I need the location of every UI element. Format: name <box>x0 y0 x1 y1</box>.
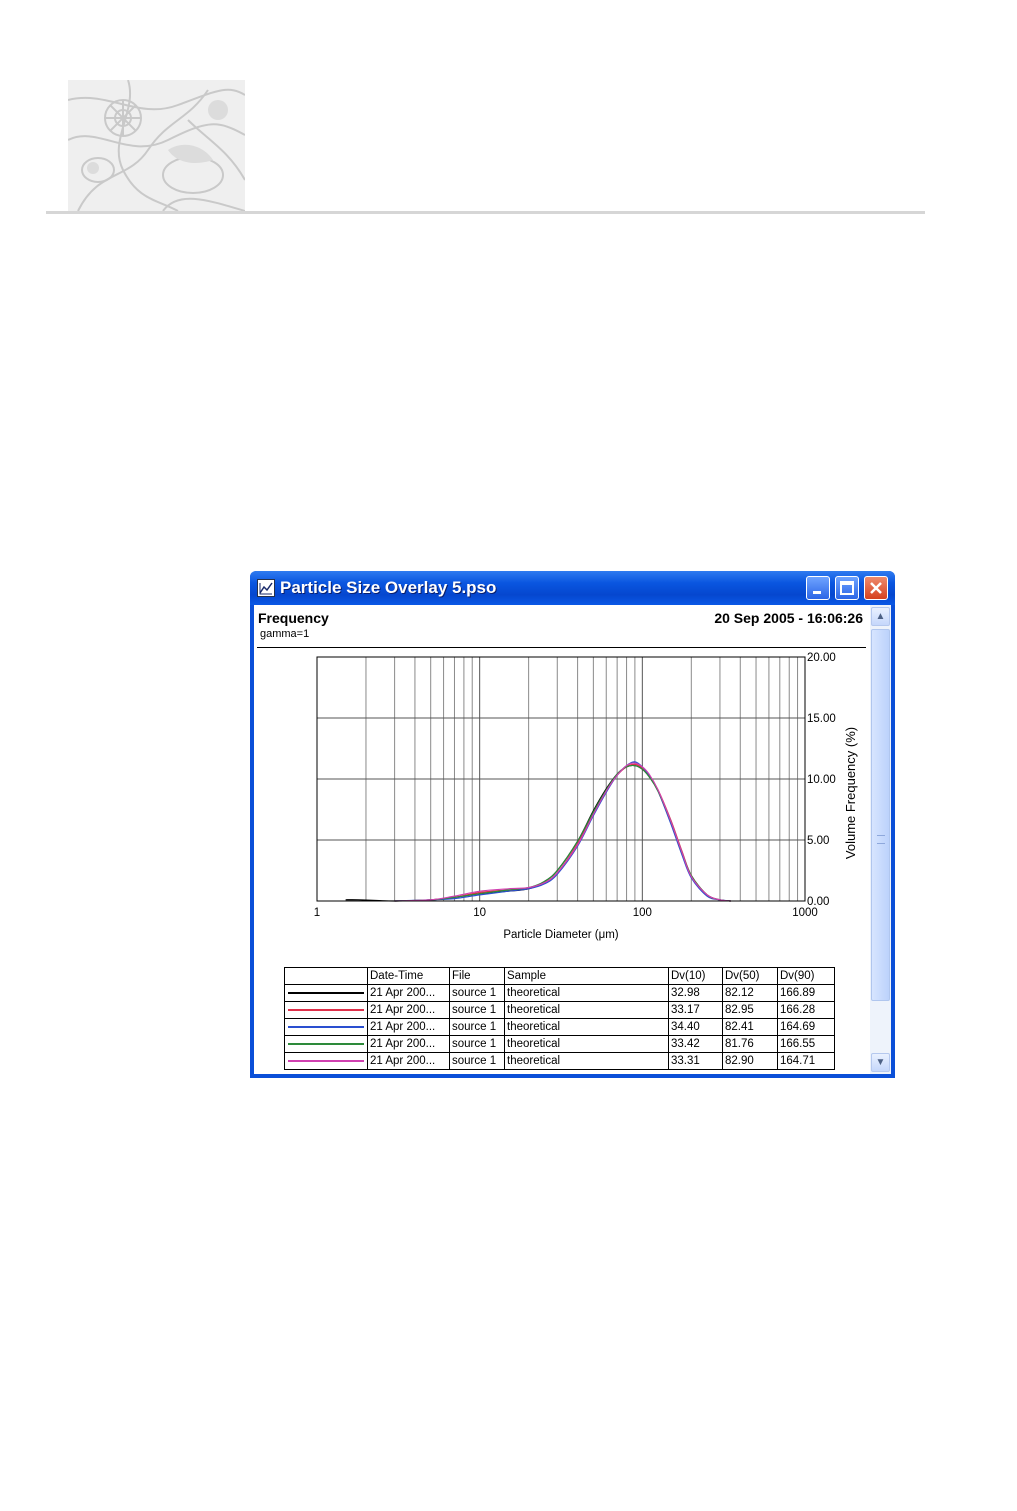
table-row[interactable]: 21 Apr 200... source 1 theoretical 33.42 81.… <box>284 1035 835 1053</box>
cell-date-time: 21 Apr 200... <box>367 984 450 1002</box>
chart-window-icon[interactable] <box>257 579 275 597</box>
series-line <box>394 763 731 902</box>
cell-dv50: 81.76 <box>722 1035 778 1053</box>
series-line-swatch <box>284 984 368 1002</box>
cell-dv90: 166.28 <box>777 1001 835 1019</box>
report-pane: Frequency gamma=1 20 Sep 2005 - 16:06:26… <box>254 605 891 1074</box>
series-color-line <box>288 1026 364 1028</box>
y-tick-label: 20.00 <box>807 652 836 664</box>
cell-dv10: 33.42 <box>668 1035 723 1053</box>
table-row[interactable]: 21 Apr 200... source 1 theoretical 33.31 82.… <box>284 1052 835 1070</box>
close-button[interactable] <box>864 576 888 600</box>
scroll-up-button[interactable]: ▲ <box>871 607 890 626</box>
scrollbar-thumb[interactable] <box>871 629 890 1001</box>
cell-file: source 1 <box>449 1052 505 1070</box>
maximize-button[interactable] <box>835 576 859 600</box>
cell-sample: theoretical <box>504 1001 669 1019</box>
header-rule <box>46 211 925 214</box>
frequency-chart: 1 10 100 1000 0.00 5.00 10.00 15.00 20.00 Parti… <box>314 652 858 941</box>
column-header-dv50[interactable]: Dv(50) <box>722 967 778 985</box>
chart-gridlines <box>316 656 806 902</box>
x-tick-label: 1 <box>314 907 320 919</box>
series-line-swatch <box>284 1018 368 1036</box>
x-tick-label: 100 <box>633 907 652 919</box>
y-tick-label: 10.00 <box>807 774 836 786</box>
scrollbar-grip <box>877 835 885 844</box>
y-tick-label: 5.00 <box>807 835 829 847</box>
series-line <box>394 761 731 902</box>
scroll-up-arrow-icon: ▲ <box>875 611 886 622</box>
column-header-dv10[interactable]: Dv(10) <box>668 967 723 985</box>
close-icon <box>870 582 882 594</box>
x-tick-label: 10 <box>473 907 486 919</box>
cell-date-time: 21 Apr 200... <box>367 1035 450 1053</box>
cell-date-time: 21 Apr 200... <box>367 1018 450 1036</box>
minimize-icon <box>813 591 821 594</box>
x-tick-labels: 1 10 100 1000 <box>314 907 818 919</box>
minimize-button[interactable] <box>806 576 830 600</box>
x-axis-label: Particle Diameter (μm) <box>503 929 618 941</box>
table-row[interactable]: 21 Apr 200... source 1 theoretical 33.17 82.… <box>284 1001 835 1019</box>
column-header-file[interactable]: File <box>449 967 505 985</box>
chart-series <box>345 761 731 902</box>
series-color-line <box>288 1043 364 1045</box>
series-line <box>394 764 731 902</box>
vertical-scrollbar[interactable]: ▲ ▼ <box>870 605 891 1074</box>
table-header-row: Date-Time File Sample Dv(10) Dv(50) Dv(9… <box>284 967 835 985</box>
y-tick-label: 15.00 <box>807 713 836 725</box>
cell-file: source 1 <box>449 1018 505 1036</box>
y-tick-label: 0.00 <box>807 896 829 908</box>
series-line <box>345 764 731 902</box>
scroll-down-arrow-icon: ▼ <box>875 1057 886 1068</box>
cell-date-time: 21 Apr 200... <box>367 1052 450 1070</box>
header-decorative-image <box>68 80 245 211</box>
cell-file: source 1 <box>449 1001 505 1019</box>
series-line-swatch <box>284 1035 368 1053</box>
cell-dv50: 82.41 <box>722 1018 778 1036</box>
cell-dv90: 166.89 <box>777 984 835 1002</box>
cell-dv10: 33.31 <box>668 1052 723 1070</box>
cell-dv90: 164.69 <box>777 1018 835 1036</box>
maximize-icon <box>840 581 854 595</box>
series-color-line <box>288 1009 364 1011</box>
cell-dv50: 82.95 <box>722 1001 778 1019</box>
cell-file: source 1 <box>449 984 505 1002</box>
y-axis-label: Volume Frequency (%) <box>843 727 858 859</box>
series-line-swatch <box>284 1052 368 1070</box>
cell-dv10: 33.17 <box>668 1001 723 1019</box>
table-row[interactable]: 21 Apr 200... source 1 theoretical 32.98 82.… <box>284 984 835 1002</box>
series-color-line <box>288 992 364 994</box>
y-tick-labels: 0.00 5.00 10.00 15.00 20.00 <box>807 652 836 908</box>
cell-dv90: 166.55 <box>777 1035 835 1053</box>
scroll-down-button[interactable]: ▼ <box>871 1053 890 1072</box>
column-header-date-time[interactable]: Date-Time <box>367 967 450 985</box>
column-header-sample[interactable]: Sample <box>504 967 669 985</box>
cell-sample: theoretical <box>504 1018 669 1036</box>
cell-sample: theoretical <box>504 1035 669 1053</box>
cell-sample: theoretical <box>504 984 669 1002</box>
x-tick-label: 1000 <box>792 907 818 919</box>
table-row[interactable]: 21 Apr 200... source 1 theoretical 34.40 82.… <box>284 1018 835 1036</box>
column-header-dv90[interactable]: Dv(90) <box>777 967 835 985</box>
cell-date-time: 21 Apr 200... <box>367 1001 450 1019</box>
overlay-window: Particle Size Overlay 5.pso Frequency ga… <box>250 571 895 1078</box>
results-table: Date-Time File Sample Dv(10) Dv(50) Dv(9… <box>284 967 835 1070</box>
series-line <box>394 762 731 902</box>
series-color-line <box>288 1060 364 1062</box>
series-line-swatch <box>284 1001 368 1019</box>
cell-sample: theoretical <box>504 1052 669 1070</box>
cell-dv10: 32.98 <box>668 984 723 1002</box>
cell-dv10: 34.40 <box>668 1018 723 1036</box>
window-titlebar[interactable]: Particle Size Overlay 5.pso <box>250 571 895 605</box>
window-title: Particle Size Overlay 5.pso <box>280 578 497 597</box>
cell-dv50: 82.12 <box>722 984 778 1002</box>
column-header-line <box>284 967 368 985</box>
cell-dv50: 82.90 <box>722 1052 778 1070</box>
cell-dv90: 164.71 <box>777 1052 835 1070</box>
cell-file: source 1 <box>449 1035 505 1053</box>
